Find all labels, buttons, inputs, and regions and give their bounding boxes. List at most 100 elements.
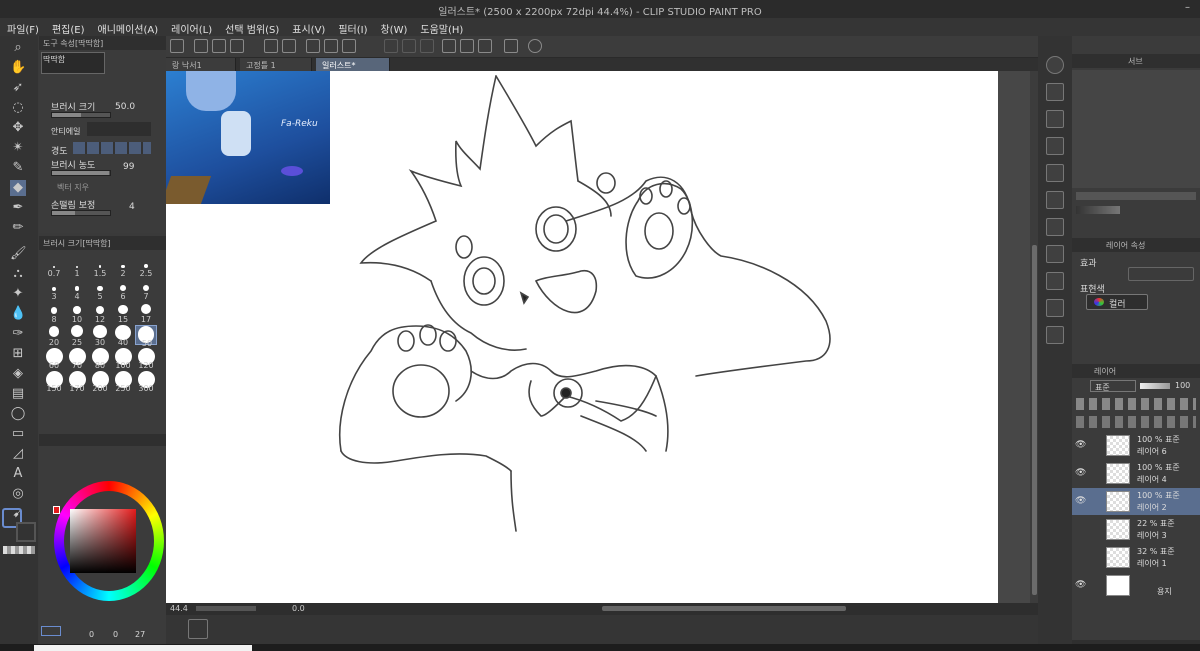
brush-size-option[interactable]: 17 xyxy=(135,302,157,324)
menu-file[interactable]: 파일(F) xyxy=(0,18,45,36)
density-value[interactable]: 99 xyxy=(123,162,134,172)
snap-ruler-icon[interactable] xyxy=(460,39,474,53)
figure-icon[interactable]: ◯ xyxy=(10,406,26,422)
magic-wand-icon[interactable]: ✴ xyxy=(10,140,26,156)
text-icon[interactable]: A xyxy=(10,466,26,482)
brush-size-option[interactable]: 1.5 xyxy=(89,256,111,278)
operation-icon[interactable]: ➶ xyxy=(10,80,26,96)
effect-buttons[interactable] xyxy=(1128,267,1194,281)
ruler-tool-icon[interactable]: ◿ xyxy=(10,446,26,462)
decoration-icon[interactable]: ✦ xyxy=(10,286,26,302)
hue-marker[interactable] xyxy=(53,506,60,514)
brush-size-option[interactable]: 80 xyxy=(89,348,111,370)
brush-size-option[interactable]: 50 xyxy=(135,325,157,348)
brush-size-option[interactable]: 15 xyxy=(112,302,134,324)
brush-size-option[interactable]: 120 xyxy=(135,348,157,370)
blend-icon[interactable]: 💧 xyxy=(10,306,26,322)
invert-selection-icon[interactable] xyxy=(402,39,416,53)
brush-size-option[interactable]: 40 xyxy=(112,325,134,347)
brush-size-option[interactable]: 200 xyxy=(89,371,111,393)
hardness-selector[interactable] xyxy=(73,142,151,154)
brush-size-slider[interactable] xyxy=(51,112,111,118)
taskbar-window-preview[interactable] xyxy=(34,645,252,651)
layer-row[interactable]: 22 % 표준 레이어 3 xyxy=(1072,516,1200,543)
eye-icon[interactable]: 👁 xyxy=(1075,468,1086,478)
material-icon-7[interactable] xyxy=(1046,245,1064,263)
navigator-tab-icon[interactable] xyxy=(1046,56,1064,74)
density-slider[interactable] xyxy=(51,170,111,176)
menu-window[interactable]: 창(W) xyxy=(373,18,413,36)
stabilization-slider[interactable] xyxy=(51,210,111,216)
brush-size-option[interactable]: 300 xyxy=(135,371,157,393)
tab-illustration[interactable]: 일러스트* xyxy=(316,58,390,71)
brush-size-option[interactable]: 150 xyxy=(43,371,65,393)
lasso-icon[interactable]: ◌ xyxy=(10,100,26,116)
hand-icon[interactable]: ✋ xyxy=(10,60,26,76)
tab-frame[interactable]: 고정틀 1 xyxy=(240,58,312,71)
layer-row[interactable]: 👁 용지 xyxy=(1072,572,1200,599)
brush-size-option[interactable]: 10 xyxy=(66,302,88,324)
brush-icon[interactable]: 🖌 xyxy=(10,246,27,262)
eye-icon[interactable]: 👁 xyxy=(1075,580,1086,590)
fill-tool-icon[interactable]: ◈ xyxy=(10,366,26,382)
brush-size-option[interactable]: 7 xyxy=(135,279,157,301)
opacity-slider[interactable] xyxy=(1140,383,1170,389)
minimize-icon[interactable]: – xyxy=(1185,2,1190,13)
color-mode-icon[interactable] xyxy=(41,626,61,636)
brush-size-value[interactable]: 50.0 xyxy=(115,102,135,112)
eye-icon[interactable]: 👁 xyxy=(1075,440,1086,450)
brush-size-option[interactable]: 20 xyxy=(43,325,65,347)
brush-size-option[interactable]: 6 xyxy=(112,279,134,301)
menu-animation[interactable]: 애니메이션(A) xyxy=(91,18,165,36)
menu-layer[interactable]: 레이어(L) xyxy=(164,18,218,36)
redo-icon[interactable] xyxy=(282,39,296,53)
blend-mode-select[interactable]: 표준 xyxy=(1090,380,1136,392)
canvas-horizontal-scrollbar[interactable] xyxy=(602,606,846,611)
new-file-icon[interactable] xyxy=(194,39,208,53)
layer-row[interactable]: 👁 100 % 표준 레이어 6 xyxy=(1072,432,1200,459)
brush-size-option[interactable]: 60 xyxy=(43,348,65,370)
eye-icon[interactable]: 👁 xyxy=(1075,496,1086,506)
brush-size-option[interactable]: 100 xyxy=(112,348,134,370)
zoom-value[interactable]: 44.4 xyxy=(170,604,188,613)
zoom-icon[interactable]: ⌕ xyxy=(10,40,26,56)
navigator-thumbnail[interactable]: Fa-Reku xyxy=(166,71,330,204)
vector-erase-label[interactable]: 벡터 지우 xyxy=(57,182,89,193)
correction-icon[interactable]: ✑ xyxy=(10,326,26,342)
material-icon-1[interactable] xyxy=(1046,83,1064,101)
material-icon-4[interactable] xyxy=(1046,164,1064,182)
timeline-toggle-icon[interactable] xyxy=(188,619,208,639)
airbrush-icon[interactable]: ⛬ xyxy=(10,266,26,282)
fill-icon[interactable] xyxy=(324,39,338,53)
material-icon-3[interactable] xyxy=(1046,137,1064,155)
transparent-color-swatch[interactable] xyxy=(3,546,35,554)
open-file-icon[interactable] xyxy=(212,39,226,53)
frame-border-icon[interactable]: ▭ xyxy=(10,426,26,442)
material-icon-2[interactable] xyxy=(1046,110,1064,128)
menu-filter[interactable]: 필터(I) xyxy=(331,18,373,36)
eyedropper-icon[interactable]: ✎ xyxy=(10,160,26,176)
save-icon[interactable] xyxy=(230,39,244,53)
move-icon[interactable]: ✥ xyxy=(10,120,26,136)
smartphone-icon[interactable] xyxy=(504,39,518,53)
brush-size-option[interactable]: 0.7 xyxy=(43,256,65,278)
brush-size-option[interactable]: 250 xyxy=(112,371,134,393)
help-icon[interactable] xyxy=(528,39,542,53)
brush-size-option[interactable]: 5 xyxy=(89,279,111,301)
brush-size-option[interactable]: 30 xyxy=(89,325,111,347)
crop-icon[interactable] xyxy=(420,39,434,53)
sub-view-area[interactable] xyxy=(1072,70,1200,188)
material-icon-9[interactable] xyxy=(1046,299,1064,317)
menu-view[interactable]: 표시(V) xyxy=(285,18,331,36)
layer-action-bar[interactable] xyxy=(1076,416,1196,428)
brush-size-option[interactable]: 4 xyxy=(66,279,88,301)
pencil-icon[interactable]: ✏ xyxy=(10,220,26,236)
opacity-value[interactable]: 100 xyxy=(1175,381,1190,390)
brush-size-option[interactable]: 2.5 xyxy=(135,256,157,278)
angle-value[interactable]: 0.0 xyxy=(292,604,305,613)
brush-size-option[interactable]: 2 xyxy=(112,256,134,278)
material-icon-10[interactable] xyxy=(1046,326,1064,344)
ruler-icon[interactable] xyxy=(442,39,456,53)
antialias-selector[interactable] xyxy=(87,122,151,136)
brush-size-option[interactable]: 70 xyxy=(66,348,88,370)
